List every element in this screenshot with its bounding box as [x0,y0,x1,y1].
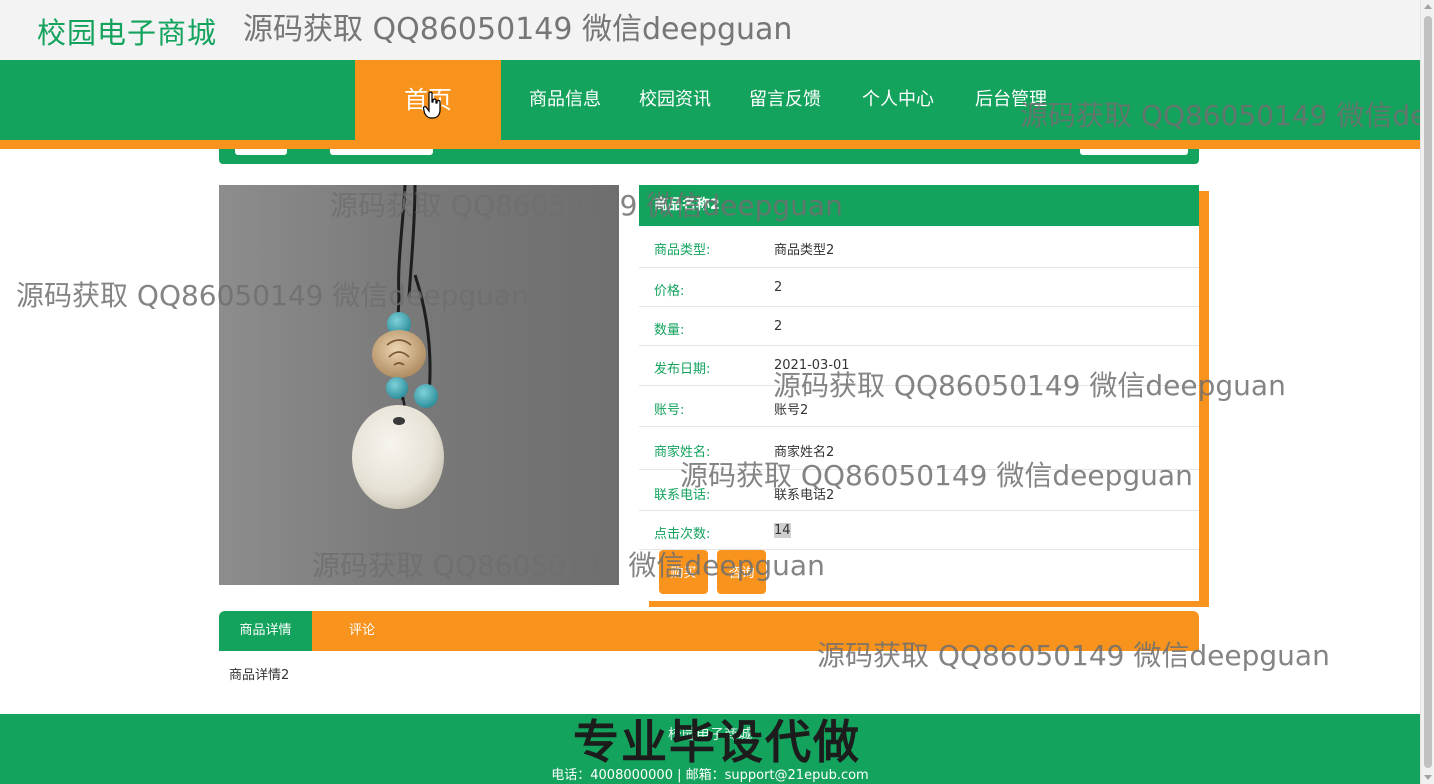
page: 校园电子商城 首页 商品信息 校园资讯 留言反馈 个人中心 后台管理 商品名称2… [0,0,1420,784]
vertical-scrollbar[interactable] [1420,0,1434,784]
tab-comments[interactable]: 评论 [312,611,412,651]
info-label: 商家姓名: [654,445,711,460]
search-select[interactable] [235,149,287,155]
tab-content: 商品详情2 [229,668,290,683]
info-label: 发布日期: [654,362,711,377]
info-value: 联系电话2 [774,488,835,503]
info-row-type: 商品类型: 商品类型2 [639,226,1199,268]
info-row-merchant: 商家姓名: 商家姓名2 [639,427,1199,470]
nav-item-profile[interactable]: 个人中心 [848,60,948,140]
buy-button[interactable]: 购买 [659,550,708,594]
promo-overlay-text: 专业毕设代做 [573,715,861,769]
detail-tabs: 商品详情 评论 [219,611,1199,651]
info-label: 数量: [654,323,685,338]
info-label: 账号: [654,403,685,418]
nav-item-products[interactable]: 商品信息 [515,60,615,140]
scroll-down-arrow-icon[interactable] [1424,775,1432,780]
info-label: 商品类型: [654,243,711,258]
info-value: 账号2 [774,403,809,418]
tab-product-details[interactable]: 商品详情 [219,611,312,651]
product-info-panel: 商品名称2 商品类型: 商品类型2 价格: 2 数量: 2 发布日期: 2021… [639,185,1199,601]
hand-cursor-icon [423,91,441,119]
info-value: 2021-03-01 [774,358,850,373]
info-label: 联系电话: [654,488,711,503]
info-label: 价格: [654,284,685,299]
nav-underline [0,140,1420,149]
nav-item-feedback[interactable]: 留言反馈 [735,60,835,140]
info-row-phone: 联系电话: 联系电话2 [639,470,1199,511]
info-value: 商家姓名2 [774,445,835,460]
info-value: 2 [774,319,783,334]
top-header: 校园电子商城 [0,0,1420,60]
product-image [219,185,619,585]
info-row-account: 账号: 账号2 [639,386,1199,427]
nav-item-news[interactable]: 校园资讯 [625,60,725,140]
search-button[interactable] [1080,149,1188,155]
search-strip [219,149,1199,164]
search-input[interactable] [330,149,433,155]
info-value: 14 [774,523,791,538]
info-value: 2 [774,280,783,295]
info-row-date: 发布日期: 2021-03-01 [639,346,1199,386]
nav-item-admin[interactable]: 后台管理 [961,60,1061,140]
info-row-quantity: 数量: 2 [639,307,1199,346]
info-row-clicks: 点击次数: 14 [639,511,1199,550]
consult-button[interactable]: 咨询 [717,550,766,594]
info-label: 点击次数: [654,527,711,542]
info-value: 商品类型2 [774,243,835,258]
info-row-price: 价格: 2 [639,268,1199,307]
pendant-image [352,185,444,509]
scroll-up-arrow-icon[interactable] [1424,4,1432,9]
site-title[interactable]: 校园电子商城 [37,10,217,52]
product-name: 商品名称2 [639,185,1199,226]
scroll-thumb[interactable] [1424,16,1432,768]
